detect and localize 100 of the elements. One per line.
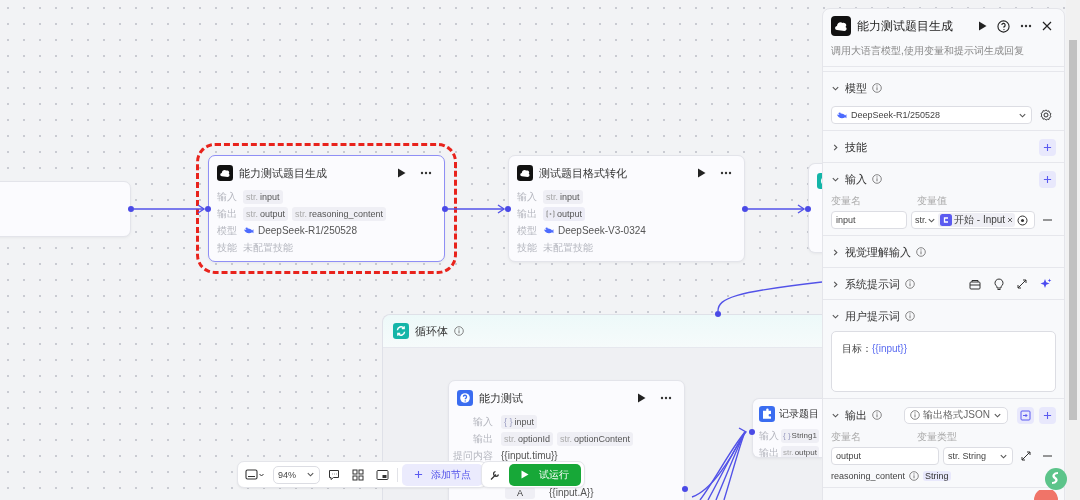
scrollbar[interactable] [1066, 0, 1080, 500]
panel-description: 调用大语言模型,使用变量和提示词生成回复 [823, 37, 1064, 67]
port-dot[interactable] [715, 311, 721, 317]
more-icon [420, 171, 432, 175]
target-icon[interactable] [1017, 214, 1029, 226]
variable-name-field[interactable]: input [831, 211, 907, 229]
whale-icon [243, 226, 254, 235]
chevron-right-icon[interactable] [831, 247, 840, 257]
clear-icon[interactable] [1007, 217, 1014, 223]
model-icon [517, 165, 533, 181]
node-card[interactable]: 记录题目 输入 { }String1 输出 str.output [752, 398, 822, 458]
start-node-icon [940, 214, 952, 226]
info-icon[interactable] [454, 326, 464, 336]
field-value: {{input.timu}} [501, 450, 558, 461]
field-label: 技能 [217, 240, 238, 255]
variable-name-field[interactable]: output [831, 447, 939, 465]
question-icon [457, 390, 473, 406]
port-dot[interactable] [749, 429, 755, 435]
settings-icon [1040, 109, 1052, 121]
node-title: 记录题目 [779, 407, 820, 421]
whale-icon [543, 226, 554, 235]
port-dot[interactable] [742, 206, 748, 212]
import-button[interactable] [1017, 406, 1034, 424]
prompt-editor[interactable]: 目标：{{input}} [831, 331, 1056, 392]
minimap-icon [376, 468, 389, 481]
expand-icon [1017, 279, 1027, 289]
node-card[interactable] [0, 181, 131, 237]
model-icon [831, 16, 851, 36]
more-icon [720, 171, 732, 175]
more-icon [1020, 24, 1032, 28]
info-icon[interactable] [916, 247, 926, 257]
variable-tag: str. input [543, 189, 583, 204]
grid-icon [352, 468, 364, 481]
field-label: 输出 [517, 206, 538, 221]
zoom-select[interactable]: 94% [273, 465, 320, 484]
info-icon[interactable] [905, 279, 915, 289]
info-icon[interactable] [872, 410, 882, 420]
column-header: 变量名 [831, 194, 862, 208]
port-dot[interactable] [205, 206, 211, 212]
comment-icon [328, 468, 340, 481]
section-title[interactable]: 用户提示词 [845, 308, 900, 324]
variable-name: reasoning_content [831, 471, 906, 481]
plus-icon [1043, 410, 1052, 420]
more-icon [660, 396, 672, 400]
box-icon [969, 278, 981, 290]
section-title[interactable]: 系统提示词 [845, 276, 900, 292]
port-dot[interactable] [805, 206, 811, 212]
model-name: DeepSeek-R1/250528 [258, 225, 357, 236]
section-title[interactable]: 输入 [845, 171, 867, 187]
prompt-text: 目标：{{input}} [842, 343, 908, 354]
bulb-icon [994, 278, 1004, 290]
variable-tag: str. input [243, 189, 283, 204]
column-header: 变量类型 [917, 430, 958, 444]
panel-title: 能力测试题目生成 [857, 17, 954, 35]
port-dot[interactable] [128, 206, 134, 212]
plus-icon [1043, 142, 1052, 152]
variable-type-select[interactable]: str. String [943, 447, 1013, 465]
play-icon [697, 168, 706, 178]
output-format-select[interactable]: 输出格式JSON [904, 406, 1008, 424]
minus-icon [1043, 219, 1052, 221]
wrench-icon [489, 468, 501, 481]
model-select[interactable]: DeepSeek-R1/250528 [831, 106, 1032, 124]
info-icon[interactable] [872, 83, 882, 93]
info-icon [910, 410, 921, 420]
section-title[interactable]: 输出 [845, 407, 867, 423]
connector-arrow [747, 204, 806, 214]
whale-icon [836, 110, 847, 120]
help-icon [997, 19, 1010, 33]
port-dot[interactable] [442, 206, 448, 212]
info-icon[interactable] [905, 311, 915, 321]
play-icon [397, 168, 406, 178]
section-title[interactable]: 模型 [845, 80, 867, 96]
field-label: 输出 [217, 206, 238, 221]
add-button[interactable] [1039, 170, 1056, 188]
field-label: 输出 [759, 445, 779, 457]
chevron-right-icon[interactable] [831, 142, 840, 152]
info-icon[interactable] [872, 174, 882, 184]
port-dot[interactable] [505, 206, 511, 212]
model-icon [217, 165, 233, 181]
field-label: 输入 [472, 414, 493, 429]
section-title[interactable]: 视觉理解输入 [845, 244, 911, 260]
column-header: 变量名 [831, 430, 862, 444]
section-title[interactable]: 技能 [845, 139, 867, 155]
info-icon[interactable] [909, 471, 920, 481]
screen-icon [245, 468, 265, 481]
chevron-right-icon[interactable] [831, 279, 840, 289]
add-button[interactable] [1039, 406, 1056, 424]
node-title: 能力测试题目生成 [239, 165, 328, 181]
field-label: 技能 [517, 240, 538, 255]
add-button[interactable] [1039, 138, 1056, 156]
minus-icon [1043, 455, 1052, 457]
source-chip[interactable]: 开始 - Input [938, 213, 1016, 227]
type-tag: String [923, 471, 951, 481]
loop-title: 循环体 [415, 323, 448, 339]
variable-value-field[interactable]: str. 开始 - Input [911, 211, 1035, 229]
field-label: 输出 [472, 431, 493, 446]
plus-icon [414, 470, 423, 479]
port-dot[interactable] [682, 486, 688, 492]
add-node-button[interactable]: 添加节点 [402, 463, 483, 486]
avatar-icon[interactable] [1034, 490, 1058, 500]
